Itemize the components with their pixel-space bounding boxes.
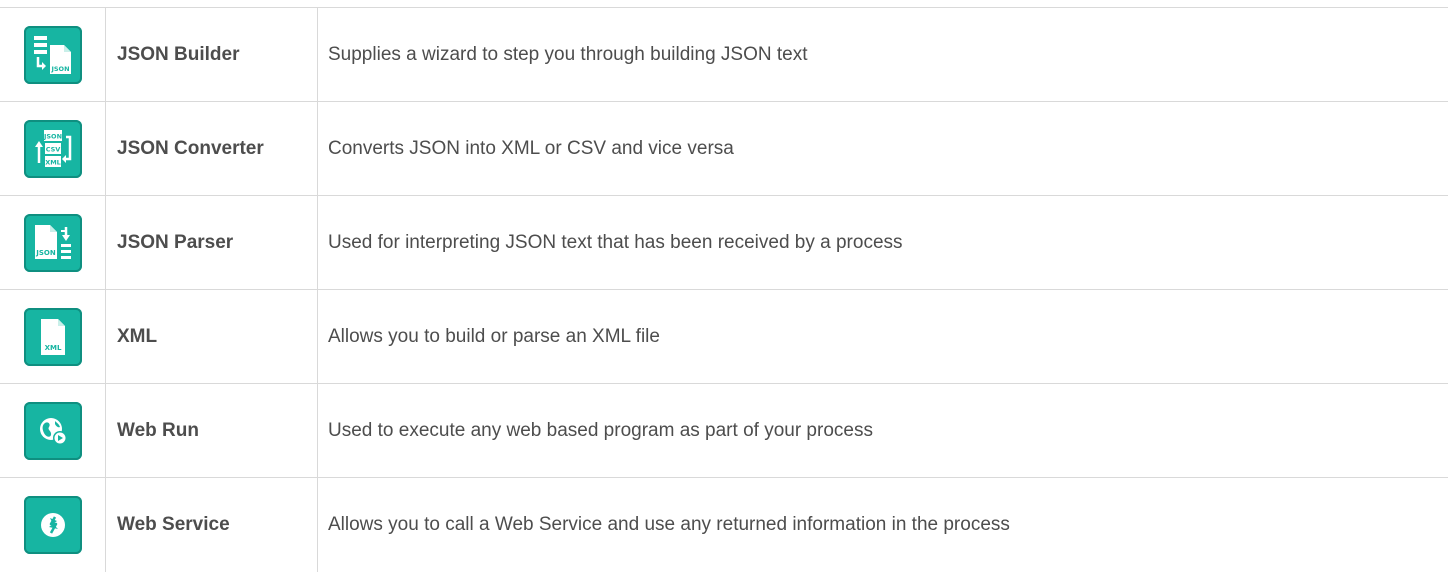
table-row: JSON JSON Builder Supplies a wizard to s… <box>0 8 1448 102</box>
icon-cell <box>0 384 106 477</box>
web-run-icon <box>23 401 82 460</box>
tool-name: Web Service <box>106 478 318 572</box>
tool-description: Converts JSON into XML or CSV and vice v… <box>328 137 734 159</box>
tool-name: Web Run <box>106 384 318 477</box>
json-parser-icon: JSON <box>23 213 82 272</box>
tool-name: XML <box>106 290 318 383</box>
json-builder-icon-label: JSON <box>50 65 69 73</box>
converter-csv-label: CSV <box>45 145 60 153</box>
tool-description: Used to execute any web based program as… <box>328 419 873 441</box>
xml-icon-label: XML <box>44 344 61 352</box>
json-converter-icon: JSON CSV XML <box>23 119 82 178</box>
icon-cell: JSON <box>0 8 106 101</box>
converter-json-label: JSON <box>42 132 61 140</box>
tool-description: Supplies a wizard to step you through bu… <box>328 43 808 65</box>
tool-description: Allows you to call a Web Service and use… <box>328 514 1010 535</box>
tool-name: JSON Parser <box>106 196 318 289</box>
table-row: JSON JSON Parser Used for interpreting J… <box>0 196 1448 290</box>
tool-name: JSON Builder <box>106 8 318 101</box>
table-row: JSON CSV XML JSON Converter Converts JSO… <box>0 102 1448 196</box>
table-row: Web Run Used to execute any web based pr… <box>0 384 1448 478</box>
tool-description: Allows you to build or parse an XML file <box>328 325 660 347</box>
icon-cell: JSON CSV XML <box>0 102 106 195</box>
icon-cell <box>0 478 106 572</box>
icon-cell: XML <box>0 290 106 383</box>
web-service-icon <box>23 496 82 554</box>
xml-file-icon: XML <box>23 307 82 366</box>
converter-xml-label: XML <box>45 158 61 166</box>
json-parser-icon-label: JSON <box>35 249 56 257</box>
table-row: XML XML Allows you to build or parse an … <box>0 290 1448 384</box>
tools-table: JSON JSON Builder Supplies a wizard to s… <box>0 7 1448 572</box>
table-row: Web Service Allows you to call a Web Ser… <box>0 478 1448 572</box>
tool-description: Used for interpreting JSON text that has… <box>328 231 903 253</box>
json-builder-icon: JSON <box>23 25 82 84</box>
icon-cell: JSON <box>0 196 106 289</box>
tool-name: JSON Converter <box>106 102 318 195</box>
